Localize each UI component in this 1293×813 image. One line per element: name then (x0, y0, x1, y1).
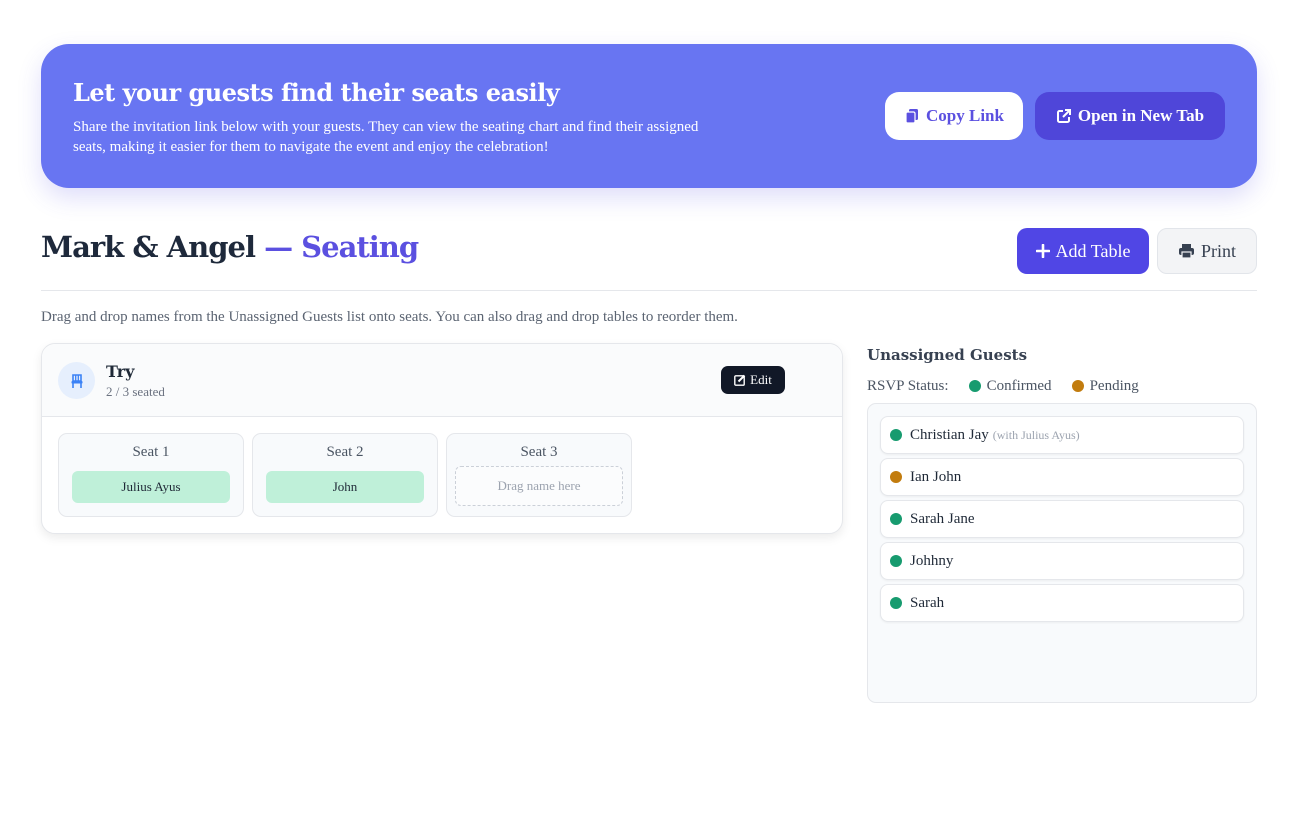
guest-name: Ian John (910, 468, 962, 485)
pending-dot-icon (890, 471, 902, 483)
page-title: Mark & Angel — Seating (41, 230, 419, 264)
guest-item[interactable]: Sarah (880, 584, 1244, 622)
table-card[interactable]: Try 2 / 3 seated Edit Seat 1 Julius Ayus… (41, 343, 843, 534)
add-table-label: Add Table (1055, 240, 1131, 261)
confirmed-dot-icon (890, 513, 902, 525)
guest-item[interactable]: Christian Jay (with Julius Ayus) (880, 416, 1244, 454)
guest-item[interactable]: Johhny (880, 542, 1244, 580)
copy-link-button[interactable]: Copy Link (885, 92, 1023, 140)
confirmed-dot-icon (890, 555, 902, 567)
copy-link-label: Copy Link (926, 106, 1004, 125)
print-button[interactable]: Print (1157, 228, 1257, 274)
guest-name: Sarah Jane (910, 510, 975, 527)
page-title-accent: — Seating (264, 230, 419, 264)
edit-table-button[interactable]: Edit (721, 366, 785, 394)
instructions-text: Drag and drop names from the Unassigned … (41, 309, 738, 325)
seated-guest-chip[interactable]: Julius Ayus (72, 471, 230, 503)
guest-name: Sarah (910, 594, 945, 611)
copy-icon (905, 109, 919, 124)
rsvp-status-label: RSVP Status: (867, 377, 949, 394)
table-seated-count: 2 / 3 seated (106, 384, 165, 399)
seat-label: Seat 1 (132, 444, 170, 460)
add-table-button[interactable]: Add Table (1017, 228, 1149, 274)
pending-dot-icon (1071, 380, 1084, 392)
confirmed-legend-label: Confirmed (986, 377, 1052, 394)
header-divider (41, 290, 1257, 291)
unassigned-guests-title: Unassigned Guests (867, 346, 1028, 364)
pending-legend-label: Pending (1089, 377, 1139, 394)
rsvp-legend: RSVP Status: Confirmed Pending (867, 377, 1139, 395)
guest-name: Christian Jay (910, 426, 989, 443)
edit-label: Edit (750, 372, 772, 387)
seat-drop-zone[interactable]: Drag name here (455, 466, 623, 506)
page-title-names: Mark & Angel (41, 230, 256, 264)
confirmed-dot-icon (968, 380, 981, 392)
external-link-icon (1056, 109, 1071, 123)
share-banner: Let your guests find their seats easily … (41, 44, 1257, 188)
seat-3[interactable]: Seat 3 Drag name here (446, 433, 632, 517)
guest-note: (with Julius Ayus) (992, 427, 1080, 442)
banner-title: Let your guests find their seats easily (73, 78, 560, 107)
table-icon-badge (58, 362, 95, 399)
guest-item[interactable]: Sarah Jane (880, 500, 1244, 538)
guest-item[interactable]: Ian John (880, 458, 1244, 496)
edit-icon (734, 374, 746, 386)
open-new-tab-label: Open in New Tab (1077, 106, 1205, 125)
confirmed-dot-icon (890, 429, 902, 441)
chair-icon (71, 373, 82, 388)
print-label: Print (1200, 240, 1236, 261)
seated-guest-chip[interactable]: John (266, 471, 424, 503)
seat-label: Seat 2 (326, 444, 364, 460)
printer-icon (1178, 244, 1194, 259)
seat-1[interactable]: Seat 1 Julius Ayus (58, 433, 244, 517)
banner-description: Share the invitation link below with you… (73, 119, 699, 155)
plus-icon (1035, 244, 1050, 258)
table-name: Try (106, 362, 135, 381)
confirmed-dot-icon (890, 597, 902, 609)
seat-2[interactable]: Seat 2 John (252, 433, 438, 517)
table-header: Try 2 / 3 seated Edit (42, 344, 842, 417)
seat-label: Seat 3 (520, 444, 558, 460)
open-new-tab-button[interactable]: Open in New Tab (1035, 92, 1225, 140)
guest-name: Johhny (910, 552, 954, 569)
unassigned-guests-list[interactable]: Christian Jay (with Julius Ayus) Ian Joh… (867, 403, 1257, 703)
